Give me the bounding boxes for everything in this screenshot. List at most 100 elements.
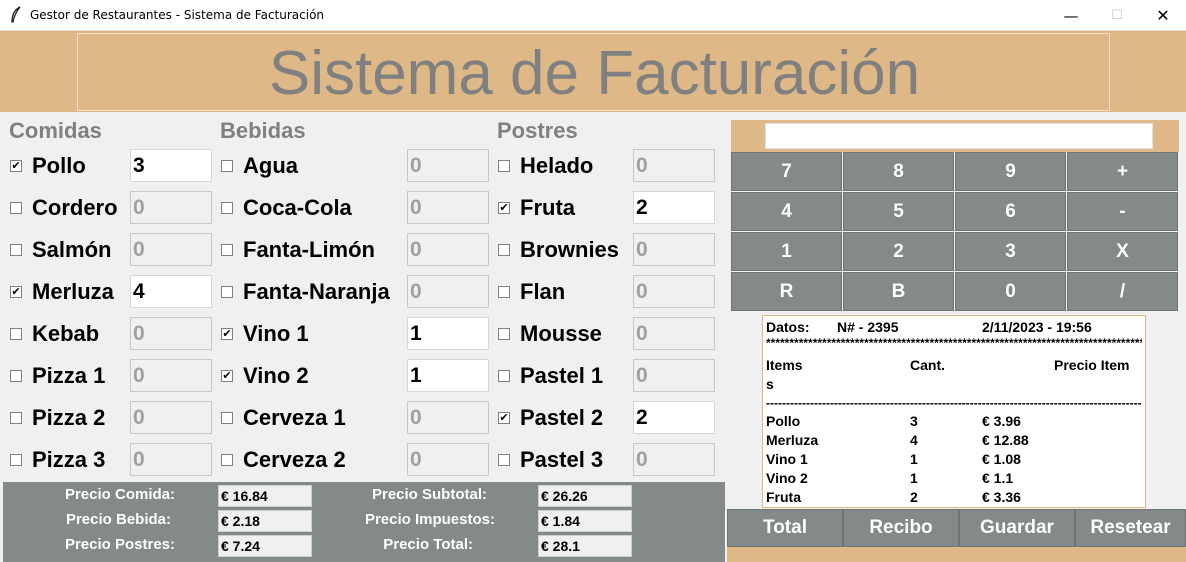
qty-input-pastel-3[interactable]: 0 [633,443,715,476]
receipt-line-price: € 3.96 [982,413,1021,429]
close-button[interactable]: ✕ [1140,0,1186,31]
checkbox-pastel-3[interactable] [498,454,510,466]
precio-postres-label: Precio Postres: [64,536,175,553]
item-label-pastel-1[interactable]: Pastel 1 [520,363,603,389]
calc-key-8[interactable]: 8 [843,152,954,191]
receipt-line-qty: 2 [910,489,918,505]
menu-row-pastel-3: Pastel 3 0 [0,443,727,477]
menu-row-fruta: ✔ Fruta 2 [0,191,727,225]
receipt-line-price: € 1.1 [982,470,1014,486]
qty-input-helado[interactable]: 0 [633,149,715,182]
calc-key-5[interactable]: 5 [843,192,954,231]
checkbox-mousse[interactable] [498,328,510,340]
precio-postres-field[interactable]: € 7.24 [218,535,312,557]
window-title: Gestor de Restaurantes - Sistema de Fact… [30,8,325,22]
resetear-button[interactable]: Resetear [1075,509,1186,547]
minimize-button[interactable]: — [1048,0,1094,31]
calc-key-6[interactable]: 6 [955,192,1066,231]
receipt-line-price: € 1.08 [982,451,1021,467]
receipt-line-qty: 1 [910,451,918,467]
item-label-pastel-3[interactable]: Pastel 3 [520,447,603,473]
item-label-mousse[interactable]: Mousse [520,321,602,347]
cost-panel: Precio Comida: € 16.84 Precio Bebida: € … [3,482,725,562]
checkbox-pastel-2[interactable]: ✔ [498,412,510,424]
recibo-button[interactable]: Recibo [843,509,959,547]
calc-key-0[interactable]: 0 [955,272,1066,311]
precio-impuestos-label: Precio Impuestos: [364,511,495,528]
header-panel: Sistema de Facturación [0,31,1186,112]
receipt-separator-stars: ****************************************… [766,338,1142,348]
receipt-col-price: Precio Item [1054,357,1130,373]
receipt-line-item: Merluza [766,432,819,448]
receipt-datos-label: Datos: [766,319,810,335]
receipt-line-item: Fruta [766,489,801,505]
qty-input-pastel-2[interactable]: 2 [633,401,715,434]
calc-key-minus[interactable]: - [1067,192,1178,231]
calc-key-9[interactable]: 9 [955,152,1066,191]
item-label-brownies[interactable]: Brownies [520,237,619,263]
receipt-line-qty: 3 [910,413,918,429]
calc-key-plus[interactable]: + [1067,152,1178,191]
menu-panel: Comidas Bebidas Postres ✔ Pollo 3 Cordero 0 S… [0,112,727,562]
menu-row-pastel-1: Pastel 1 0 [0,359,727,393]
checkbox-brownies[interactable] [498,244,510,256]
calc-key-2[interactable]: 2 [843,232,954,271]
guardar-button[interactable]: Guardar [959,509,1075,547]
receipt-col-items: Items [766,357,803,373]
precio-subtotal-label: Precio Subtotal: [371,486,487,503]
section-title-postres: Postres [497,118,578,143]
checkbox-helado[interactable] [498,160,510,172]
menu-row-brownies: Brownies 0 [0,233,727,267]
calc-key-divide[interactable]: / [1067,272,1178,311]
receipt-line-qty: 1 [910,470,918,486]
precio-comida-label: Precio Comida: [64,486,175,503]
receipt-line-item: Vino 2 [766,470,808,486]
receipt-text[interactable]: Datos: N# - 2395 2/11/2023 - 19:56 *****… [762,315,1146,508]
precio-subtotal-field[interactable]: € 26.26 [538,485,632,507]
calc-key-result[interactable]: R [731,272,842,311]
receipt-invoice-number: N# - 2395 [837,319,899,335]
qty-input-mousse[interactable]: 0 [633,317,715,350]
precio-comida-field[interactable]: € 16.84 [218,485,312,507]
action-buttons-strip: Total Recibo Guardar Resetear [727,509,1186,562]
checkbox-pastel-1[interactable] [498,370,510,382]
item-label-pastel-2[interactable]: Pastel 2 [520,405,603,431]
section-title-bebidas: Bebidas [220,118,306,143]
checkbox-fruta[interactable]: ✔ [498,202,510,214]
total-button[interactable]: Total [727,509,843,547]
calc-key-1[interactable]: 1 [731,232,842,271]
receipt-line-item: Vino 1 [766,451,808,467]
item-label-flan[interactable]: Flan [520,279,565,305]
maximize-button[interactable]: ☐ [1094,0,1140,31]
calc-key-4[interactable]: 4 [731,192,842,231]
calculator-display-strip [731,120,1179,152]
receipt-line-item: Pollo [766,413,801,429]
section-title-comidas: Comidas [9,118,102,143]
item-label-helado[interactable]: Helado [520,153,593,179]
calculator-panel: 7 8 9 +4 5 6-1 2 3 X R B 0/ Datos: N# - 2395 2/11/2… [727,112,1186,562]
qty-input-pastel-1[interactable]: 0 [633,359,715,392]
receipt-col-qty: Cant. [910,357,945,373]
feather-icon [11,6,21,23]
receipt-line-price: € 12.88 [982,432,1029,448]
precio-bebida-field[interactable]: € 2.18 [218,510,312,532]
menu-row-pastel-2: ✔ Pastel 2 2 [0,401,727,435]
receipt-separator-dashes: ----------------------------------------… [766,398,1142,408]
qty-input-flan[interactable]: 0 [633,275,715,308]
precio-total-field[interactable]: € 28.1 [538,535,632,557]
window-titlebar: Gestor de Restaurantes - Sistema de Fact… [0,0,1186,31]
calc-key-7[interactable]: 7 [731,152,842,191]
checkbox-flan[interactable] [498,286,510,298]
qty-input-brownies[interactable]: 0 [633,233,715,266]
calc-key-3[interactable]: 3 [955,232,1066,271]
item-label-fruta[interactable]: Fruta [520,195,575,221]
receipt-datetime: 2/11/2023 - 19:56 [982,319,1092,335]
calc-key-multiply[interactable]: X [1067,232,1178,271]
precio-total-label: Precio Total: [383,536,473,553]
qty-input-fruta[interactable]: 2 [633,191,715,224]
precio-impuestos-field[interactable]: € 1.84 [538,510,632,532]
menu-row-flan: Flan 0 [0,275,727,309]
page-title: Sistema de Facturación [268,39,921,108]
calculator-display[interactable] [765,123,1153,149]
calc-key-clear[interactable]: B [843,272,954,311]
